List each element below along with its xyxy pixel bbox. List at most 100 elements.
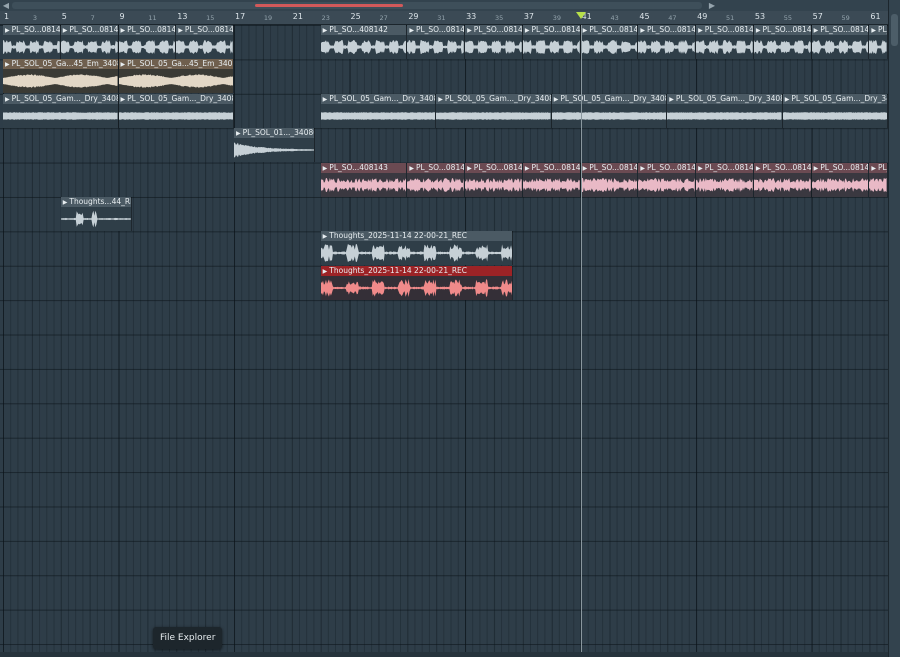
audio-clip[interactable]: ▶ PL_SO...408143 [320, 162, 408, 197]
clip-menu-icon[interactable]: ▶ [554, 96, 559, 103]
clip-menu-icon[interactable]: ▶ [640, 27, 645, 34]
clip-menu-icon[interactable]: ▶ [814, 27, 819, 34]
vertical-scrollbar-thumb[interactable] [891, 14, 898, 46]
audio-clip[interactable]: ▶ PL_SO...408142 [320, 25, 408, 59]
clip-menu-icon[interactable]: ▶ [525, 27, 530, 34]
clip-menu-icon[interactable]: ▶ [756, 165, 761, 172]
clip-menu-icon[interactable]: ▶ [323, 96, 328, 103]
vertical-scrollbar[interactable] [888, 0, 900, 657]
clip-header[interactable]: ▶ Thoughts_2025-11-14 22-00-21_REC [320, 265, 512, 276]
audio-clip[interactable]: ▶Thoughts...44_REC [60, 197, 132, 231]
clip-menu-icon[interactable]: ▶ [871, 165, 876, 172]
audio-clip[interactable]: ▶PL_SO...08143 [638, 162, 697, 197]
audio-clip[interactable]: ▶PL_SOL_05_Gam..._Dry_3408297 [667, 93, 783, 128]
clip-menu-icon[interactable]: ▶ [698, 165, 703, 172]
clip-header[interactable]: ▶PL_SOL_05_Gam..._Dry_3408297 [667, 93, 782, 104]
clip-header[interactable]: ▶PL_SO...08142 [465, 25, 522, 35]
clip-header[interactable]: ▶PL_SOL_05_Gam..._Dry_3408297 [551, 93, 667, 104]
clip-header[interactable]: ▶PL_SO...08143 [465, 162, 522, 173]
audio-clip[interactable]: ▶PL_SOL_05_Gam..._Dry_3408297 [551, 93, 668, 128]
clip-header[interactable]: ▶PL_SO...08143 [407, 162, 465, 173]
clip-menu-icon[interactable]: ▶ [467, 27, 472, 34]
clip-header[interactable]: ▶PL_SOL_01..._3408091 [234, 128, 314, 139]
audio-clip[interactable]: ▶PL_SOL_01..._3408091 [234, 128, 315, 163]
audio-clip[interactable]: ▶PL_SO...08143 [465, 162, 523, 197]
clip-menu-icon[interactable]: ▶ [323, 268, 328, 275]
clip-menu-icon[interactable]: ▶ [121, 27, 126, 34]
clip-menu-icon[interactable]: ▶ [63, 199, 68, 206]
audio-clip[interactable]: ▶PL_SOL_05_Gam..._Dry_3408297 [118, 93, 235, 128]
clip-header[interactable]: ▶PL_SOL_05_Gam..._Dry_3408297 [320, 93, 436, 104]
clip-header[interactable]: ▶ PL_SO...408143 [320, 162, 407, 173]
clip-header[interactable]: ▶PL_SOL_05_Ga...45_Em_3408359 [3, 59, 118, 70]
scroll-right-arrow-icon[interactable]: ▶ [706, 0, 718, 11]
clip-menu-icon[interactable]: ▶ [5, 27, 10, 34]
clip-header[interactable]: ▶PL_SO...08142 [176, 25, 234, 35]
clip-menu-icon[interactable]: ▶ [323, 233, 328, 240]
clip-header[interactable]: ▶PL_SO...08142 [3, 25, 60, 35]
clip-header[interactable]: ▶PL_SOL_05_Ga...45_Em_3408359 [118, 59, 234, 70]
audio-clip[interactable]: ▶PL_SO...08142 [176, 25, 235, 59]
clip-header[interactable]: ▶PL_SO...08142 [60, 25, 118, 35]
audio-clip[interactable]: ▶PL_SO...08143 [407, 162, 466, 197]
audio-clip[interactable]: ▶PL_SO...08142 [522, 25, 581, 59]
audio-clip[interactable]: ▶PL_SOL_05_Gam..._Dry_3408297 [782, 93, 888, 128]
clip-menu-icon[interactable]: ▶ [178, 27, 183, 34]
clip-header[interactable]: ▶PL_SO...08142 [753, 25, 811, 35]
clip-menu-icon[interactable]: ▶ [5, 61, 10, 68]
timeline-ruler[interactable]: 1 3 5 7 9 11 13 15 17 19 21 23 25 27 29 31 33 35 37 39 41 43 4… [0, 11, 888, 25]
audio-clip[interactable]: ▶PL_SO...08142 [118, 25, 177, 59]
audio-clip[interactable]: ▶PL_SO...08142 [696, 25, 754, 59]
audio-clip[interactable]: ▶PL_SO...08142 [580, 25, 639, 59]
audio-clip[interactable]: ▶PL_SO...08143 [869, 162, 888, 197]
clip-header[interactable]: ▶PL_SO...08143 [580, 162, 638, 173]
clip-header[interactable]: ▶Thoughts...44_REC [60, 197, 131, 207]
audio-clip[interactable]: ▶PL_SOL_05_Gam..._Dry_3408297 [436, 93, 552, 128]
audio-clip[interactable]: ▶PL_SO...08142 [465, 25, 523, 59]
clip-header[interactable]: ▶PL_SO...08142 [811, 25, 869, 35]
audio-clip[interactable]: ▶PL_SO...08142 [753, 25, 812, 59]
clip-menu-icon[interactable]: ▶ [323, 27, 328, 34]
clip-menu-icon[interactable]: ▶ [698, 27, 703, 34]
audio-clip[interactable]: ▶PL_SO...08142 [60, 25, 119, 59]
clip-header[interactable]: ▶PL_SOL_05_Gam..._Dry_3408297 [782, 93, 887, 104]
audio-clip[interactable]: ▶PL_SO...08143 [811, 162, 870, 197]
clip-header[interactable]: ▶PL_SO...08142 [869, 25, 887, 35]
clip-header[interactable]: ▶PL_SO...08143 [869, 162, 887, 173]
audio-clip[interactable]: ▶PL_SOL_05_Gam..._Dry_3408297 [3, 93, 119, 128]
clip-header[interactable]: ▶PL_SOL_05_Gam..._Dry_3408297 [436, 93, 551, 104]
audio-clip[interactable]: ▶PL_SO...08142 [811, 25, 870, 59]
audio-clip[interactable]: ▶PL_SO...08143 [580, 162, 639, 197]
clip-header[interactable]: ▶PL_SO...08142 [522, 25, 580, 35]
clip-header[interactable]: ▶PL_SO...08143 [522, 162, 580, 173]
audio-clip[interactable]: ▶PL_SO...08142 [407, 25, 466, 59]
clip-header[interactable]: ▶PL_SO...08142 [580, 25, 638, 35]
audio-clip[interactable]: ▶PL_SO...08142 [869, 25, 888, 59]
clip-menu-icon[interactable]: ▶ [871, 27, 876, 34]
audio-clip[interactable]: ▶ Thoughts_2025-11-14 22-00-21_REC [320, 265, 513, 300]
clip-menu-icon[interactable]: ▶ [756, 27, 761, 34]
audio-clip[interactable]: ▶PL_SO...08142 [3, 25, 61, 59]
audio-clip[interactable]: ▶PL_SO...08143 [696, 162, 754, 197]
clip-menu-icon[interactable]: ▶ [5, 96, 10, 103]
scroll-left-arrow-icon[interactable]: ◀ [0, 0, 12, 11]
clip-menu-icon[interactable]: ▶ [236, 130, 241, 137]
clip-header[interactable]: ▶PL_SO...08142 [118, 25, 176, 35]
clip-header[interactable]: ▶PL_SO...08142 [638, 25, 696, 35]
clip-menu-icon[interactable]: ▶ [121, 61, 126, 68]
clip-header[interactable]: ▶PL_SO...08143 [753, 162, 811, 173]
clip-menu-icon[interactable]: ▶ [525, 165, 530, 172]
clip-menu-icon[interactable]: ▶ [583, 165, 588, 172]
audio-clip[interactable]: ▶PL_SOL_05_Ga...45_Em_3408359 [118, 59, 235, 94]
clip-menu-icon[interactable]: ▶ [409, 165, 414, 172]
audio-clip[interactable]: ▶ Thoughts_2025-11-14 22-00-21_REC [320, 231, 513, 266]
audio-clip[interactable]: ▶PL_SO...08143 [522, 162, 581, 197]
clip-menu-icon[interactable]: ▶ [63, 27, 68, 34]
clip-menu-icon[interactable]: ▶ [785, 96, 790, 103]
clip-menu-icon[interactable]: ▶ [814, 165, 819, 172]
clip-header[interactable]: ▶PL_SO...08143 [638, 162, 696, 173]
clip-header[interactable]: ▶PL_SO...08142 [696, 25, 753, 35]
clip-menu-icon[interactable]: ▶ [409, 27, 414, 34]
clip-header[interactable]: ▶PL_SOL_05_Gam..._Dry_3408297 [3, 93, 118, 104]
clip-header[interactable]: ▶PL_SO...08143 [811, 162, 869, 173]
